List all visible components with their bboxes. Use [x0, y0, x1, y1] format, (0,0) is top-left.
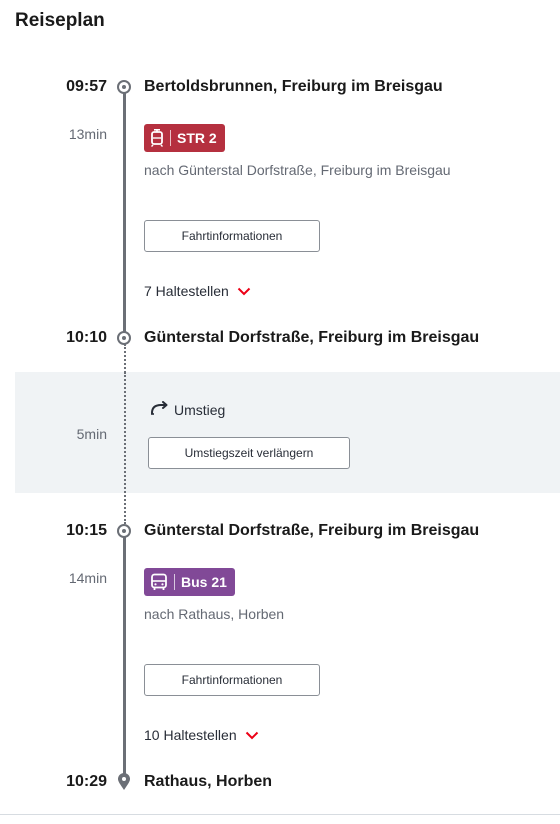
- departure-stop: Günterstal Dorfstraße, Freiburg im Breis…: [144, 522, 480, 539]
- extend-transfer-button[interactable]: Umstiegszeit verlängern: [148, 437, 350, 469]
- stops-toggle-label: 7 Haltestellen: [144, 283, 229, 299]
- tram-icon: [150, 129, 164, 147]
- page-title: Reiseplan: [15, 10, 105, 31]
- transfer-duration: 5min: [76, 426, 107, 442]
- arrival-time: 10:29: [66, 773, 107, 790]
- departure-time: 09:57: [66, 78, 107, 95]
- trip-info-button[interactable]: Fahrtinformationen: [144, 664, 320, 696]
- chevron-down-icon: [237, 727, 259, 743]
- bottom-divider: [0, 814, 560, 815]
- departure-stop: Bertoldsbrunnen, Freiburg im Breisgau: [144, 78, 443, 95]
- line-badge-tram: STR 2: [144, 124, 225, 152]
- transfer-arrow-icon: [150, 401, 170, 418]
- line-label: STR 2: [177, 130, 217, 146]
- timeline-line-tram: [123, 92, 126, 332]
- timeline-transfer-dotted-overlay: [124, 372, 126, 493]
- timeline-line-bus: [123, 536, 126, 776]
- transfer-label-row: Umstieg: [150, 401, 225, 418]
- arrival-time: 10:10: [66, 329, 107, 346]
- segment-duration: 13min: [68, 126, 107, 142]
- stops-toggle[interactable]: 10 Haltestellen: [144, 727, 259, 743]
- bus-icon: [150, 573, 168, 591]
- line-label: Bus 21: [181, 574, 227, 590]
- destination-pin-icon: [117, 773, 131, 796]
- stops-toggle[interactable]: 7 Haltestellen: [144, 283, 251, 299]
- badge-divider: [174, 574, 175, 590]
- departure-time: 10:15: [66, 522, 107, 539]
- stop-node-icon: [117, 524, 131, 538]
- direction-text: nach Rathaus, Horben: [144, 606, 285, 622]
- chevron-down-icon: [229, 283, 251, 299]
- arrival-stop: Günterstal Dorfstraße, Freiburg im Breis…: [144, 329, 480, 346]
- trip-info-button[interactable]: Fahrtinformationen: [144, 220, 320, 252]
- segment-duration: 14min: [68, 570, 107, 586]
- transfer-label: Umstieg: [174, 401, 226, 418]
- arrival-stop: Rathaus, Horben: [144, 773, 273, 790]
- stops-toggle-label: 10 Haltestellen: [144, 727, 237, 743]
- badge-divider: [170, 130, 171, 146]
- line-badge-bus: Bus 21: [144, 568, 235, 596]
- stop-node-icon: [117, 80, 131, 94]
- stop-node-icon: [117, 331, 131, 345]
- direction-text: nach Günterstal Dorfstraße, Freiburg im …: [144, 162, 451, 178]
